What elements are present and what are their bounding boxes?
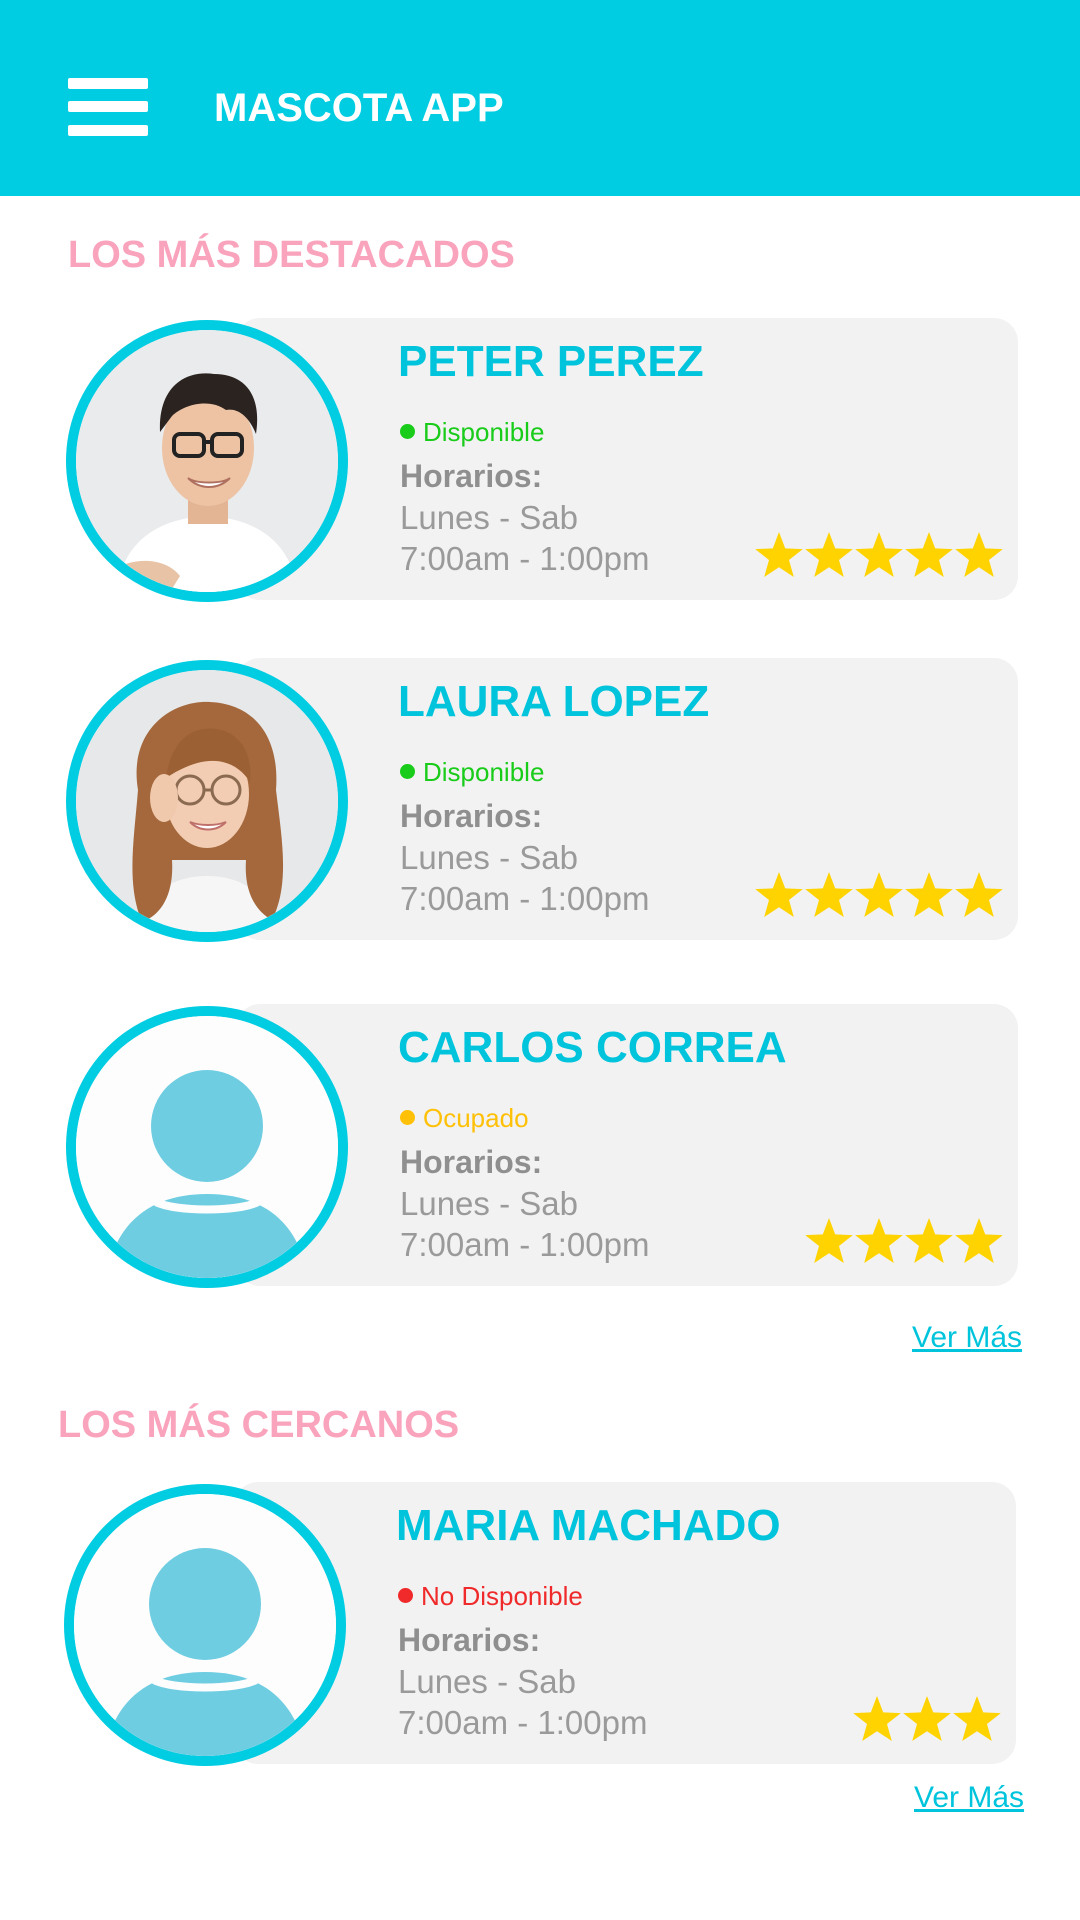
woman-with-glasses-photo bbox=[76, 670, 338, 932]
schedule-hours: 7:00am - 1:00pm bbox=[400, 540, 650, 577]
status-text: Disponible bbox=[423, 417, 545, 447]
caregiver-card[interactable]: MARIA MACHADO No Disponible Horarios: Lu… bbox=[64, 1482, 1016, 1766]
schedule-hours: 7:00am - 1:00pm bbox=[400, 1226, 650, 1263]
star-icon bbox=[955, 872, 1003, 917]
status-indicator: Disponible bbox=[400, 754, 544, 790]
hamburger-menu-icon[interactable] bbox=[68, 78, 148, 136]
caregiver-name: LAURA LOPEZ bbox=[398, 677, 710, 726]
schedule-label: Horarios: bbox=[398, 1622, 541, 1658]
star-icon bbox=[955, 532, 1003, 577]
app-header: MASCOTA APP bbox=[0, 0, 1080, 196]
star-icon bbox=[955, 1218, 1003, 1263]
status-text: Disponible bbox=[423, 757, 545, 787]
schedule-hours: 7:00am - 1:00pm bbox=[398, 1704, 648, 1741]
star-icon bbox=[855, 872, 903, 917]
schedule-label: Horarios: bbox=[400, 1144, 543, 1180]
avatar-photo-peter bbox=[66, 320, 348, 602]
caregiver-card[interactable]: PETER PEREZ Disponible Horarios: Lunes -… bbox=[66, 318, 1018, 602]
status-indicator: Ocupado bbox=[400, 1100, 529, 1136]
star-rating bbox=[754, 530, 1004, 580]
star-icon bbox=[805, 532, 853, 577]
star-icon bbox=[853, 1696, 901, 1741]
status-dot-icon bbox=[398, 1588, 413, 1603]
star-icon bbox=[805, 872, 853, 917]
status-indicator: No Disponible bbox=[398, 1578, 583, 1614]
section-title-cercanos: LOS MÁS CERCANOS bbox=[58, 1404, 460, 1446]
schedule-days: Lunes - Sab bbox=[400, 839, 578, 876]
star-icon bbox=[855, 532, 903, 577]
schedule-days: Lunes - Sab bbox=[398, 1663, 576, 1700]
star-icon bbox=[855, 1218, 903, 1263]
star-icon bbox=[903, 1696, 951, 1741]
status-text: Ocupado bbox=[423, 1103, 529, 1133]
schedule-label: Horarios: bbox=[400, 458, 543, 494]
man-with-glasses-photo bbox=[76, 330, 338, 592]
app-screen: MASCOTA APP LOS MÁS DESTACADOS PETER PER… bbox=[0, 0, 1080, 1920]
star-icon bbox=[755, 532, 803, 577]
app-title: MASCOTA APP bbox=[214, 86, 504, 130]
ver-mas-link-destacados[interactable]: Ver Más bbox=[912, 1320, 1022, 1356]
caregiver-name: PETER PEREZ bbox=[398, 337, 704, 386]
schedule-days: Lunes - Sab bbox=[400, 499, 578, 536]
status-dot-icon bbox=[400, 1110, 415, 1125]
status-text: No Disponible bbox=[421, 1581, 583, 1611]
schedule-label: Horarios: bbox=[400, 798, 543, 834]
star-rating bbox=[852, 1694, 1002, 1744]
status-indicator: Disponible bbox=[400, 414, 544, 450]
star-icon bbox=[953, 1696, 1001, 1741]
default-user-icon bbox=[64, 1484, 346, 1766]
caregiver-name: CARLOS CORREA bbox=[398, 1023, 787, 1072]
star-icon bbox=[805, 1218, 853, 1263]
default-user-icon bbox=[66, 1006, 348, 1288]
schedule-hours: 7:00am - 1:00pm bbox=[400, 880, 650, 917]
star-rating bbox=[804, 1216, 1004, 1266]
star-icon bbox=[905, 532, 953, 577]
avatar-photo-laura bbox=[66, 660, 348, 942]
star-rating bbox=[754, 870, 1004, 920]
caregiver-card[interactable]: LAURA LOPEZ Disponible Horarios: Lunes -… bbox=[66, 658, 1018, 942]
status-dot-icon bbox=[400, 424, 415, 439]
schedule-days: Lunes - Sab bbox=[400, 1185, 578, 1222]
star-icon bbox=[755, 872, 803, 917]
caregiver-name: MARIA MACHADO bbox=[396, 1501, 781, 1550]
status-dot-icon bbox=[400, 764, 415, 779]
ver-mas-link-cercanos[interactable]: Ver Más bbox=[914, 1780, 1024, 1816]
caregiver-card[interactable]: CARLOS CORREA Ocupado Horarios: Lunes - … bbox=[66, 1004, 1018, 1288]
star-icon bbox=[905, 872, 953, 917]
star-icon bbox=[905, 1218, 953, 1263]
section-title-destacados: LOS MÁS DESTACADOS bbox=[68, 234, 515, 276]
